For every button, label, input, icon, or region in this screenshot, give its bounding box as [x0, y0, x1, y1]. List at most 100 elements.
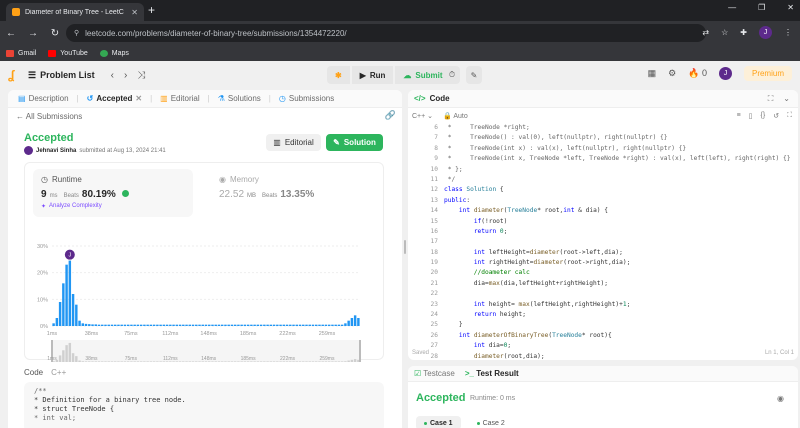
distribution-bar[interactable]	[292, 324, 295, 326]
distribution-bar[interactable]	[324, 324, 328, 326]
distribution-bar[interactable]	[88, 324, 91, 326]
distribution-bar[interactable]	[162, 324, 166, 326]
distribution-bar[interactable]	[276, 324, 279, 326]
site-info-icon[interactable]: ⚲	[74, 29, 79, 37]
premium-button[interactable]: Premium	[743, 66, 792, 81]
code-line[interactable]	[444, 289, 796, 299]
distribution-bar[interactable]	[149, 324, 153, 326]
distribution-bar[interactable]	[126, 324, 130, 326]
distribution-bar[interactable]	[65, 264, 68, 326]
reset-icon[interactable]: ↺	[773, 112, 779, 120]
next-problem-icon[interactable]: ›	[124, 70, 127, 81]
close-window-button[interactable]: ✕	[787, 3, 794, 12]
distribution-bar[interactable]	[243, 324, 247, 326]
distribution-bar[interactable]	[201, 324, 204, 326]
distribution-bar[interactable]	[279, 324, 282, 326]
distribution-bar[interactable]	[165, 324, 169, 326]
streak-counter[interactable]: 🔥 0	[688, 68, 707, 79]
distribution-bar[interactable]	[295, 324, 298, 326]
minimize-button[interactable]: —	[728, 3, 736, 12]
distribution-bar[interactable]	[246, 324, 250, 326]
code-line[interactable]: int diameter(TreeNode* root,int & dia) {	[444, 206, 796, 216]
distribution-bar[interactable]	[311, 324, 315, 326]
code-line[interactable]: class Solution {	[444, 185, 796, 195]
tab-testcase[interactable]: ☑ Testcase	[414, 369, 455, 378]
runtime-distribution-chart[interactable]: 30% 20% 10% 0% J 1ms 38ms 75ms 112ms 148ms 185ms 22…	[8, 242, 402, 364]
browser-tab[interactable]: Diameter of Binary Tree - LeetC ✕	[6, 3, 144, 21]
distribution-bar[interactable]	[340, 324, 344, 326]
code-line[interactable]: int height= max(leftHeight,rightHeight)+…	[444, 300, 796, 310]
distribution-bar[interactable]	[289, 324, 292, 326]
distribution-bar[interactable]	[58, 302, 62, 326]
distribution-bar[interactable]	[353, 315, 357, 326]
distribution-bar[interactable]	[272, 324, 276, 326]
fullscreen-icon[interactable]: ⛶	[787, 112, 792, 120]
distribution-bar[interactable]	[172, 324, 175, 326]
tab-accepted[interactable]: ↺ Accepted ✕	[83, 94, 146, 103]
close-tab-icon[interactable]: ✕	[131, 8, 138, 17]
distribution-bar[interactable]	[55, 318, 59, 326]
notes-icon[interactable]: ✎	[466, 66, 482, 84]
distribution-bar[interactable]	[211, 324, 214, 326]
solution-button[interactable]: ✎ Solution	[326, 134, 383, 151]
distribution-bar[interactable]	[143, 324, 146, 326]
profile-avatar[interactable]: J	[759, 26, 772, 39]
code-editor[interactable]: 6 7 8 9 10 11 12 13 14 15 16 17 18 19 20 21 22 23 24 25 26 27…	[408, 123, 798, 360]
distribution-bar[interactable]	[253, 324, 256, 326]
distribution-bar[interactable]	[298, 324, 302, 326]
distribution-bar[interactable]	[214, 324, 217, 326]
distribution-bar[interactable]	[331, 324, 334, 326]
code-line[interactable]: //doameter calc	[444, 268, 796, 278]
author-avatar[interactable]	[24, 146, 33, 155]
distribution-bar[interactable]	[250, 324, 253, 326]
format-icon[interactable]: ≡	[737, 112, 741, 120]
distribution-bar[interactable]	[195, 324, 198, 326]
distribution-bar[interactable]	[97, 324, 101, 326]
code-line[interactable]: * TreeNode(int x, TreeNode *left, TreeNo…	[444, 154, 796, 164]
code-line[interactable]: }	[444, 320, 796, 330]
maximize-button[interactable]: ❐	[758, 3, 765, 12]
shuffle-icon[interactable]: ⤨	[137, 70, 145, 81]
leetcode-logo-icon[interactable]: ʆ	[8, 68, 20, 82]
distribution-bar[interactable]	[282, 324, 286, 326]
distribution-bar[interactable]	[81, 323, 85, 326]
tab-description[interactable]: ▤ Description	[14, 94, 73, 103]
new-tab-button[interactable]: +	[148, 3, 155, 17]
user-avatar[interactable]: J	[718, 67, 732, 80]
distribution-bar[interactable]	[220, 324, 224, 326]
collapse-icon[interactable]: ⌄	[783, 94, 790, 104]
distribution-bar[interactable]	[266, 324, 269, 326]
distribution-bar[interactable]	[78, 320, 81, 326]
code-lines[interactable]: * TreeNode *right; * TreeNode() : val(0)…	[444, 123, 796, 360]
auto-mode[interactable]: 🔒 Auto	[443, 112, 468, 120]
distribution-bar[interactable]	[178, 324, 182, 326]
code-line[interactable]: public:	[444, 196, 796, 206]
run-button[interactable]: ▶ Run	[351, 66, 394, 84]
distribution-bar[interactable]	[334, 324, 337, 326]
code-line[interactable]: * };	[444, 165, 796, 175]
distribution-bar[interactable]	[198, 324, 201, 326]
distribution-bar[interactable]	[169, 324, 172, 326]
bookmark-youtube[interactable]: YouTube	[48, 49, 88, 57]
distribution-bar[interactable]	[269, 324, 273, 326]
distribution-bar[interactable]	[285, 324, 289, 326]
code-line[interactable]: if(!root)	[444, 217, 796, 227]
distribution-bar[interactable]	[240, 324, 243, 326]
brush-handle-right[interactable]	[359, 340, 361, 362]
distribution-bar[interactable]	[52, 323, 55, 326]
code-line[interactable]: * TreeNode() : val(0), left(nullptr), ri…	[444, 133, 796, 143]
distribution-bar[interactable]	[327, 324, 331, 326]
runtime-box[interactable]: ◷ Runtime 9 ms Beats 80.19% ✦ Analyze Comp…	[33, 169, 193, 217]
code-line[interactable]: dia=max(dia,leftHeight+rightHeight);	[444, 279, 796, 289]
code-line[interactable]: */	[444, 175, 796, 185]
analyze-complexity-link[interactable]: ✦ Analyze Complexity	[41, 203, 185, 210]
distribution-bar[interactable]	[344, 323, 347, 326]
bookmark-maps[interactable]: Maps	[99, 49, 129, 57]
distribution-bar[interactable]	[75, 304, 78, 326]
distribution-bar[interactable]	[191, 324, 195, 326]
distribution-bar[interactable]	[182, 324, 185, 326]
code-line[interactable]: diameter(root,dia);	[444, 352, 796, 360]
share-link-icon[interactable]: 🔗	[385, 110, 396, 121]
distribution-bar[interactable]	[133, 324, 136, 326]
code-line[interactable]: * TreeNode *right;	[444, 123, 796, 133]
